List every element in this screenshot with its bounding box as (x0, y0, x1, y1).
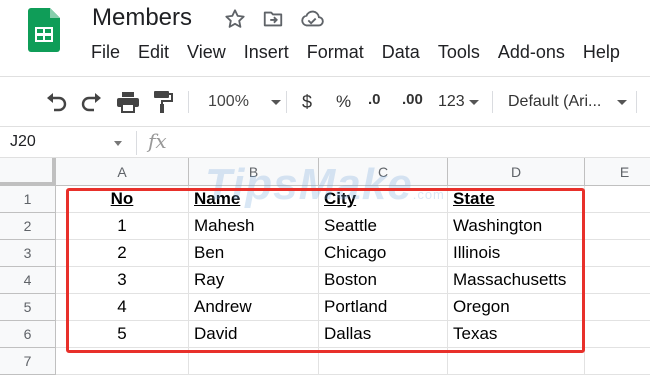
fx-icon: fx (148, 129, 167, 153)
select-all-corner[interactable] (0, 158, 56, 186)
cell-c5[interactable]: Portland (319, 294, 448, 321)
cell-a5[interactable]: 4 (56, 294, 189, 321)
cell-b3[interactable]: Ben (189, 240, 319, 267)
print-icon[interactable] (116, 77, 140, 127)
decrease-decimal-label: .0 (368, 91, 381, 108)
cell-a4[interactable]: 3 (56, 267, 189, 294)
cell-b1[interactable]: Name (189, 186, 319, 213)
cell-d3[interactable]: Illinois (448, 240, 585, 267)
toolbar-divider (286, 91, 287, 113)
cell-e2[interactable] (585, 213, 650, 240)
row-header-7[interactable]: 7 (0, 348, 56, 375)
row-header-6[interactable]: 6 (0, 321, 56, 348)
cell-c6[interactable]: Dallas (319, 321, 448, 348)
increase-decimal-button[interactable]: .00 (402, 77, 430, 127)
cell-c7[interactable] (319, 348, 448, 375)
column-header-b[interactable]: B (189, 158, 319, 186)
cell-c3[interactable]: Chicago (319, 240, 448, 267)
row-header-5[interactable]: 5 (0, 294, 56, 321)
menu-format[interactable]: Format (307, 42, 364, 63)
cell-d1[interactable]: State (448, 186, 585, 213)
chevron-down-icon (468, 99, 479, 105)
column-header-a[interactable]: A (56, 158, 189, 186)
cell-e4[interactable] (585, 267, 650, 294)
row-header-3[interactable]: 3 (0, 240, 56, 267)
menu-edit[interactable]: Edit (138, 42, 169, 63)
chevron-down-icon (617, 99, 628, 105)
cell-b2[interactable]: Mahesh (189, 213, 319, 240)
percent-format-button[interactable]: % (336, 77, 351, 127)
cell-e3[interactable] (585, 240, 650, 267)
spreadsheet-grid: A B C D E 1 No Name City State 2 1 Mahesh Seattle Wash… (0, 158, 650, 376)
increase-decimal-label: .00 (402, 91, 423, 108)
cell-d7[interactable] (448, 348, 585, 375)
name-box[interactable]: J20 (10, 133, 36, 151)
title-bar: Members File Edit View Insert Format Dat… (0, 0, 650, 76)
row-header-1[interactable]: 1 (0, 186, 56, 213)
toolbar-divider (492, 91, 493, 113)
chevron-down-icon[interactable] (114, 141, 122, 146)
cell-d6[interactable]: Texas (448, 321, 585, 348)
sheets-logo-icon[interactable] (28, 8, 60, 52)
star-icon[interactable] (224, 8, 246, 30)
column-header-e[interactable]: E (585, 158, 650, 186)
menu-help[interactable]: Help (583, 42, 620, 63)
cell-c2[interactable]: Seattle (319, 213, 448, 240)
menu-view[interactable]: View (187, 42, 226, 63)
formula-bar-divider (136, 131, 137, 155)
cell-a3[interactable]: 2 (56, 240, 189, 267)
cell-c4[interactable]: Boston (319, 267, 448, 294)
chevron-down-icon (270, 99, 281, 105)
menu-tools[interactable]: Tools (438, 42, 480, 63)
cell-a7[interactable] (56, 348, 189, 375)
cell-b6[interactable]: David (189, 321, 319, 348)
currency-format-button[interactable]: $ (302, 77, 312, 127)
cell-a1[interactable]: No (56, 186, 189, 213)
decrease-decimal-button[interactable]: .0 (368, 77, 392, 127)
redo-icon[interactable] (80, 77, 104, 127)
menu-data[interactable]: Data (382, 42, 420, 63)
row-header-2[interactable]: 2 (0, 213, 56, 240)
cell-c1[interactable]: City (319, 186, 448, 213)
menu-add-ons[interactable]: Add-ons (498, 42, 565, 63)
cell-d4[interactable]: Massachusetts (448, 267, 585, 294)
cell-a2[interactable]: 1 (56, 213, 189, 240)
cloud-saved-icon[interactable] (300, 8, 324, 30)
cell-a6[interactable]: 5 (56, 321, 189, 348)
menu-bar: File Edit View Insert Format Data Tools … (91, 42, 638, 63)
cell-e6[interactable] (585, 321, 650, 348)
move-folder-icon[interactable] (262, 8, 284, 30)
cell-e5[interactable] (585, 294, 650, 321)
column-header-c[interactable]: C (319, 158, 448, 186)
column-header-d[interactable]: D (448, 158, 585, 186)
zoom-select[interactable]: 100% (208, 77, 281, 127)
menu-insert[interactable]: Insert (244, 42, 289, 63)
toolbar-divider (188, 91, 189, 113)
more-formats-button[interactable]: 123 (438, 77, 479, 127)
cell-b7[interactable] (189, 348, 319, 375)
formula-bar: J20 fx (0, 126, 650, 158)
cell-e7[interactable] (585, 348, 650, 375)
cell-b5[interactable]: Andrew (189, 294, 319, 321)
paint-format-icon[interactable] (152, 77, 174, 127)
more-formats-label: 123 (438, 93, 465, 110)
toolbar-divider (636, 91, 637, 113)
zoom-value: 100% (208, 93, 249, 110)
font-family-value: Default (Ari... (508, 93, 602, 110)
undo-icon[interactable] (44, 77, 68, 127)
cell-d5[interactable]: Oregon (448, 294, 585, 321)
cell-d2[interactable]: Washington (448, 213, 585, 240)
cell-e1[interactable] (585, 186, 650, 213)
cell-b4[interactable]: Ray (189, 267, 319, 294)
toolbar: 100% $ % .0 .00 123 Default (Ari... (0, 76, 650, 195)
font-family-select[interactable]: Default (Ari... (508, 77, 628, 127)
document-title[interactable]: Members (92, 4, 192, 32)
menu-file[interactable]: File (91, 42, 120, 63)
row-header-4[interactable]: 4 (0, 267, 56, 294)
